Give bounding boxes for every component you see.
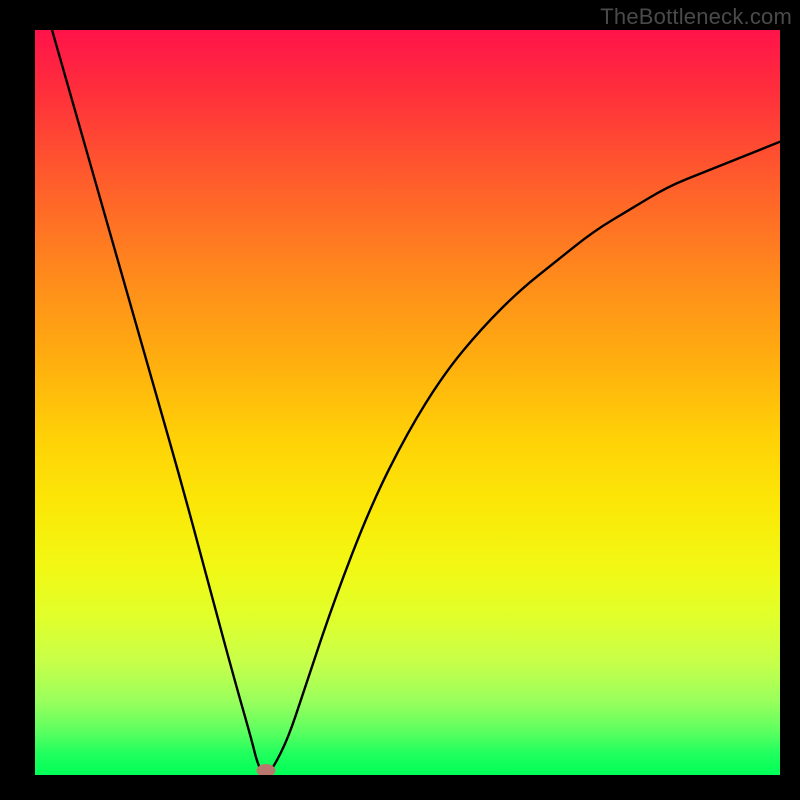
bottleneck-curve-path [35,30,780,773]
curve-svg [35,30,780,775]
chart-frame: TheBottleneck.com [0,0,800,800]
watermark-text: TheBottleneck.com [600,4,792,30]
min-marker-dot [257,765,275,775]
plot-area [35,30,780,775]
